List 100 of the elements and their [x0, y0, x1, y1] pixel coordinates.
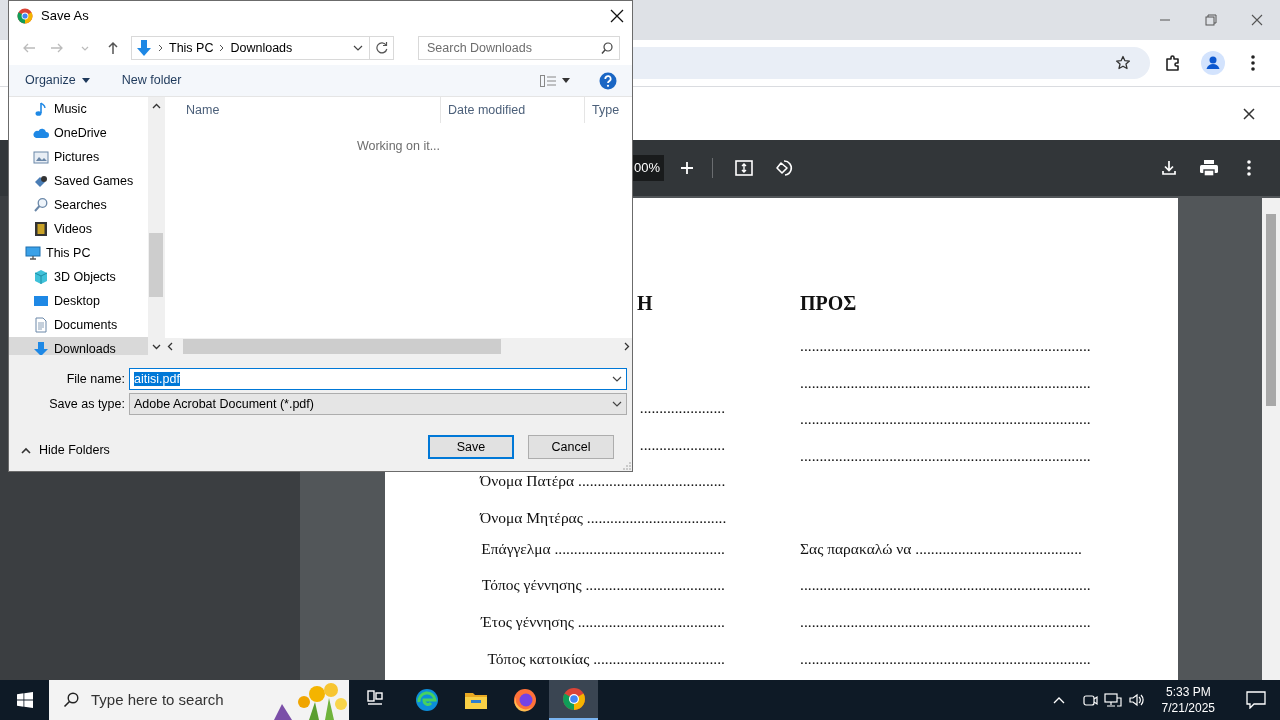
folder-tree-item[interactable]: 3D Objects [9, 265, 148, 289]
computer-icon [25, 245, 41, 261]
speaker-icon[interactable] [1127, 692, 1146, 708]
plus-icon [680, 161, 695, 175]
form-line: Σας παρακαλώ να ........................................... [800, 539, 1082, 557]
form-line: ........................................................................... [800, 410, 1091, 428]
camera-icon[interactable] [1081, 692, 1098, 708]
document-icon [33, 317, 49, 333]
form-line: ...................... [639, 435, 725, 453]
clock[interactable]: 5:33 PM 7/21/2025 [1151, 684, 1225, 716]
download-icon [1161, 160, 1177, 176]
message-icon [1245, 691, 1266, 709]
form-line: ........................................................................... [800, 649, 1091, 667]
form-line: ........................................................................... [800, 337, 1091, 354]
file-name-field[interactable]: aitisi.pdf [129, 368, 627, 390]
address-field[interactable]: This PC Downloads [131, 36, 394, 60]
scrollbar-thumb[interactable] [149, 233, 163, 297]
form-line: ........................................................................... [800, 576, 1091, 594]
download-icon [33, 341, 49, 355]
folder-tree-item[interactable]: Downloads [9, 337, 148, 355]
form-line: Όνομα Πατέρα ...................................... [480, 472, 726, 490]
network-icon[interactable] [1103, 692, 1122, 708]
close-icon [1251, 14, 1263, 26]
search-icon [601, 42, 613, 54]
arrow-up-icon [107, 41, 119, 55]
help-icon [599, 71, 617, 90]
close-icon [610, 9, 624, 23]
music-icon [33, 101, 49, 117]
star-icon [1115, 55, 1131, 71]
new-folder-button[interactable]: New folder [115, 69, 188, 92]
document-heading: Η [637, 292, 653, 314]
file-type-dropdown[interactable]: Adobe Acrobat Document (*.pdf) [129, 393, 627, 415]
browser-icon [17, 8, 33, 24]
folder-tree-item[interactable]: Pictures [9, 145, 148, 169]
cancel-button[interactable]: Cancel [528, 435, 614, 460]
hide-folders-button[interactable]: Hide Folders [21, 441, 110, 460]
refresh-icon [375, 42, 388, 54]
form-line: Όνομα Μητέρας .................................... [480, 509, 727, 527]
desktop-icon [33, 293, 49, 309]
puzzle-icon [1164, 54, 1182, 72]
search-field[interactable]: Search Downloads [418, 36, 620, 60]
chevron-right-icon [624, 342, 630, 351]
chevron-down-icon [612, 401, 622, 407]
chevron-right-icon [158, 44, 163, 52]
restore-icon [1205, 14, 1217, 26]
games-icon [33, 173, 49, 189]
folder-tree-item[interactable]: This PC [9, 241, 148, 265]
folder-tree-item[interactable]: Music [9, 97, 148, 121]
kebab-icon [1247, 160, 1251, 176]
arrow-left-icon [22, 42, 36, 54]
chevron-down-icon[interactable] [353, 45, 363, 51]
form-line: ...................... [639, 399, 725, 416]
close-icon [1243, 107, 1255, 120]
search-icon [63, 692, 79, 708]
folder-tree-item[interactable]: Saved Games [9, 169, 148, 193]
folder-tree-item[interactable]: Documents [9, 313, 148, 337]
search-field[interactable]: Type here to search [49, 680, 349, 720]
scrollbar-thumb[interactable] [183, 339, 501, 354]
windows-icon [16, 692, 33, 708]
chevron-down-icon [612, 376, 622, 382]
kebab-icon [1251, 55, 1255, 71]
form-line: Έτος γέννησης ...................................... [481, 613, 725, 631]
fox-icon [512, 688, 537, 712]
chevron-left-icon [167, 342, 173, 351]
column-header[interactable]: Type [585, 97, 625, 123]
person-icon [1201, 51, 1225, 75]
form-line: Τόπος κατοικίας .................................. [487, 649, 725, 667]
rotate-icon [775, 159, 794, 177]
chevron-up-icon [21, 446, 31, 454]
save-button[interactable]: Save [428, 435, 514, 460]
column-header[interactable]: Name [165, 97, 441, 123]
download-arrow-icon [136, 39, 152, 57]
scrollbar[interactable] [1262, 198, 1280, 680]
fit-page-icon [735, 160, 754, 176]
organize-menu-button[interactable]: Organize [19, 69, 96, 92]
browser-icon [414, 688, 439, 712]
cube-icon [33, 269, 49, 285]
folder-tree-item[interactable]: Desktop [9, 289, 148, 313]
pictures-icon [33, 149, 49, 165]
browser-icon [561, 687, 586, 711]
video-icon [33, 221, 49, 237]
scrollbar[interactable] [148, 97, 164, 355]
browser-taskbar-button[interactable] [549, 680, 598, 720]
loading-message: Working on it... [356, 138, 441, 155]
field-label: Save as type: [48, 395, 126, 413]
dialog-title: Save As [41, 7, 89, 26]
column-header[interactable]: Date modified [441, 97, 585, 123]
breadcrumb-link[interactable]: This PC [169, 38, 214, 58]
chevron-right-icon [219, 44, 225, 52]
search-icon [33, 197, 49, 213]
printer-icon [1199, 159, 1219, 177]
resize-grip-icon[interactable] [623, 462, 631, 470]
folder-tree-item[interactable]: Searches [9, 193, 148, 217]
scrollbar[interactable] [165, 338, 632, 355]
chevron-up-icon [151, 103, 161, 109]
folder-tree-item[interactable]: OneDrive [9, 121, 148, 145]
breadcrumb-link[interactable]: Downloads [230, 38, 293, 58]
folder-tree-item[interactable]: Videos [9, 217, 148, 241]
chevron-up-icon [1052, 696, 1065, 704]
scrollbar-thumb[interactable] [1266, 214, 1276, 406]
